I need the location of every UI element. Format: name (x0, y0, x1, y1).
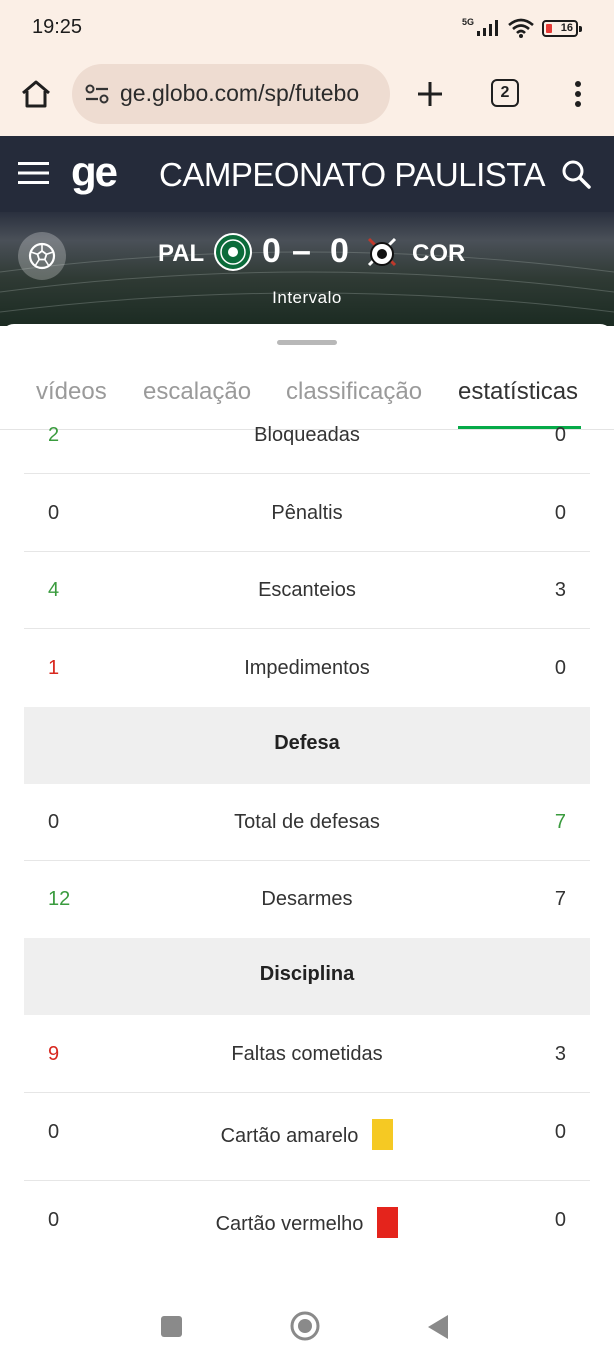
network-type-label: 5G (461, 17, 474, 27)
battery-icon: 16 (542, 19, 582, 37)
stat-away-value: 3 (554, 579, 566, 601)
stat-label-wrap: Cartão vermelho (24, 1207, 590, 1240)
back-icon[interactable] (426, 1313, 450, 1341)
stat-away-value: 0 (554, 1121, 566, 1143)
stat-label: Pênaltis (271, 502, 343, 524)
stat-label-wrap: Cartão amarelo (24, 1119, 590, 1152)
stat-row-total-defesas: 0 Total de defesas 7 (24, 784, 590, 861)
stat-label: Cartão vermelho (215, 1212, 364, 1235)
stat-label: Desarmes (261, 888, 353, 910)
score-separator: – (292, 232, 311, 270)
ge-logo[interactable]: ge (71, 148, 118, 196)
corinthians-crest-icon (367, 237, 397, 267)
home-team-name: PAL (158, 240, 205, 267)
tab-estatisticas[interactable]: estatísticas (458, 378, 578, 406)
stat-away-value: 7 (554, 888, 566, 910)
stat-row-desarmes: 12 Desarmes 7 (24, 861, 590, 938)
system-navigation-bar (0, 1294, 614, 1364)
stat-row-impedimentos: 1 Impedimentos 0 (24, 629, 590, 707)
away-score: 0 (330, 232, 349, 270)
yellow-card-icon (372, 1119, 394, 1150)
tab-switcher-button[interactable]: 2 (491, 79, 519, 107)
tab-classificacao[interactable]: classificação (286, 378, 422, 406)
stats-sheet: vídeos escalação classificação estatísti… (0, 324, 614, 1294)
scoreboard: PAL 0 – 0 COR (0, 232, 614, 276)
section-title: Disciplina (259, 963, 355, 985)
header-bar: ge CAMPEONATO PAULISTA (0, 136, 614, 212)
stats-list: 2 Bloqueadas 0 0 Pênaltis 0 4 Escanteios… (24, 424, 590, 1269)
status-bar: 19:25 5G 16 (0, 0, 614, 56)
stat-label: Escanteios (258, 579, 356, 601)
stat-label: Total de defesas (234, 811, 380, 833)
recent-apps-icon[interactable] (161, 1316, 182, 1337)
status-time: 19:25 (32, 16, 83, 38)
stat-row-escanteios: 4 Escanteios 3 (24, 552, 590, 629)
red-card-icon (377, 1207, 399, 1238)
section-title: Defesa (274, 732, 340, 754)
match-tabs: vídeos escalação classificação estatísti… (0, 374, 614, 430)
stat-away-value: 7 (554, 811, 566, 833)
tab-videos[interactable]: vídeos (36, 378, 107, 406)
home-score: 0 (262, 232, 281, 270)
away-team-name: COR (412, 240, 466, 267)
section-header-defesa: Defesa (24, 707, 590, 784)
site-settings-icon[interactable] (84, 82, 110, 106)
home-icon[interactable] (18, 76, 54, 112)
stat-row-penaltis: 0 Pênaltis 0 (24, 474, 590, 552)
match-status: Intervalo (272, 288, 342, 307)
stat-away-value: 0 (554, 1209, 566, 1231)
page-title: CAMPEONATO PAULISTA (159, 156, 545, 193)
address-bar[interactable]: ge.globo.com/sp/futebo (72, 64, 390, 124)
stat-away-value: 0 (554, 502, 566, 524)
stat-label: Faltas cometidas (231, 1043, 383, 1065)
search-icon[interactable] (560, 158, 592, 190)
palmeiras-crest-icon (214, 233, 252, 271)
sheet-drag-handle[interactable] (277, 340, 337, 345)
status-icons: 5G 16 (461, 16, 582, 40)
section-header-disciplina: Disciplina (24, 938, 590, 1015)
new-tab-icon[interactable] (412, 76, 448, 112)
stat-row-faltas: 9 Faltas cometidas 3 (24, 1015, 590, 1093)
stat-away-value: 3 (554, 1043, 566, 1065)
browser-toolbar: ge.globo.com/sp/futebo 2 (0, 56, 614, 136)
stat-label: Impedimentos (244, 657, 370, 679)
stat-away-value: 0 (554, 657, 566, 679)
stat-row-bloqueadas: 2 Bloqueadas 0 (24, 424, 590, 474)
stat-label: Cartão amarelo (220, 1124, 359, 1147)
stat-row-cartao-amarelo: 0 Cartão amarelo 0 (24, 1093, 590, 1181)
signal-icon (477, 20, 498, 36)
more-options-icon[interactable] (560, 76, 596, 112)
stat-away-value: 0 (554, 424, 566, 446)
url-text: ge.globo.com/sp/futebo (120, 80, 360, 106)
ge-header: ge CAMPEONATO PAULISTA PAL 0 – 0 COR Int… (0, 136, 614, 326)
stat-label: Bloqueadas (254, 424, 360, 446)
menu-icon[interactable] (18, 162, 49, 184)
wifi-icon (508, 18, 534, 38)
tab-escalacao[interactable]: escalação (143, 378, 251, 406)
stat-row-cartao-vermelho: 0 Cartão vermelho 0 (24, 1181, 590, 1269)
home-circle-icon[interactable] (289, 1310, 321, 1342)
